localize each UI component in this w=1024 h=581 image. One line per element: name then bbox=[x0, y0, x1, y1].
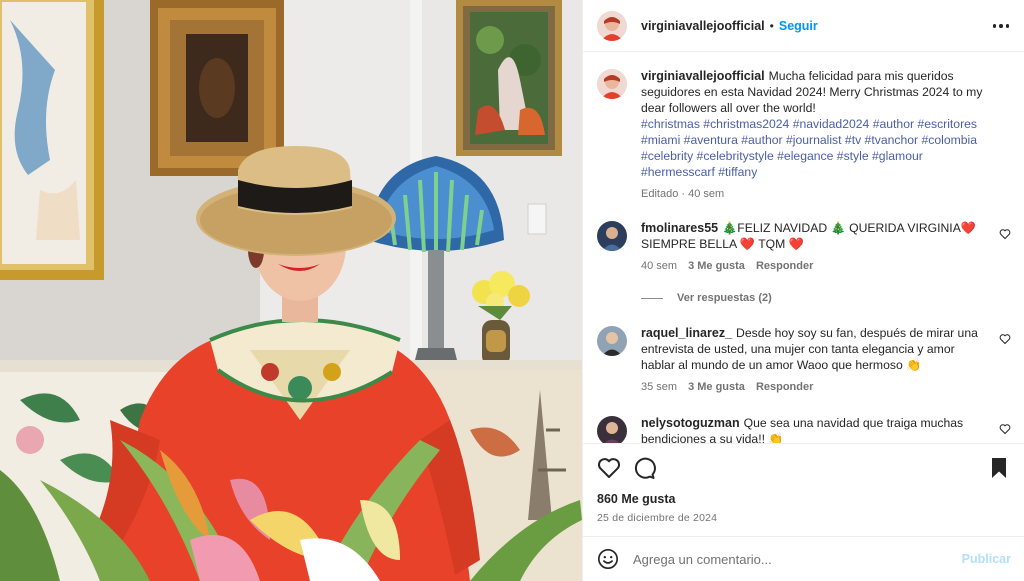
comment-meta: 35 sem 3 Me gusta Responder bbox=[641, 379, 991, 395]
comment-body: nelysotoguzman Que sea una navidad que tr… bbox=[641, 415, 991, 443]
comment-meta: 40 sem 3 Me gusta Responder bbox=[641, 258, 991, 274]
post-image bbox=[0, 0, 582, 581]
caption-avatar[interactable] bbox=[597, 69, 627, 99]
view-replies-button[interactable]: Ver respuestas (2) bbox=[641, 292, 772, 304]
reply-button[interactable]: Responder bbox=[756, 258, 813, 274]
more-options-icon[interactable] bbox=[991, 16, 1011, 36]
comment-like-heart-icon[interactable] bbox=[999, 333, 1011, 345]
replies-line bbox=[641, 297, 663, 299]
comment-body: raquel_linarez_ Desde hoy soy su fan, des… bbox=[641, 325, 991, 395]
header-separator: • bbox=[769, 18, 774, 33]
publish-button[interactable]: Publicar bbox=[962, 552, 1011, 566]
caption-body: virginiavallejoofficial Mucha felicidad p… bbox=[641, 68, 991, 202]
post-header: virginiavallejoofficial • Seguir bbox=[583, 0, 1024, 52]
comment-time: 35 sem bbox=[641, 381, 678, 393]
comments-list[interactable]: virginiavallejoofficial Mucha felicidad p… bbox=[583, 52, 1024, 443]
comment-like-heart-icon[interactable] bbox=[999, 228, 1011, 240]
caption-row: virginiavallejoofficial Mucha felicidad p… bbox=[597, 68, 1011, 202]
comment-time: 40 sem bbox=[641, 260, 678, 272]
likes-count[interactable]: 860 Me gusta bbox=[597, 492, 676, 506]
caption-meta: Editado · 40 sem bbox=[641, 186, 991, 202]
comment-avatar[interactable] bbox=[597, 221, 627, 251]
post-photo[interactable] bbox=[0, 0, 582, 581]
comment-username[interactable]: nelysotoguzman bbox=[641, 416, 740, 430]
caption-username[interactable]: virginiavallejoofficial bbox=[641, 69, 765, 83]
comment-likes[interactable]: 3 Me gusta bbox=[688, 258, 745, 274]
comment-avatar[interactable] bbox=[597, 326, 627, 356]
view-replies-label: Ver respuestas (2) bbox=[677, 292, 772, 304]
bookmark-icon[interactable] bbox=[987, 456, 1011, 480]
post-side-panel: virginiavallejoofficial • Seguir virgini… bbox=[582, 0, 1024, 581]
post-date: 25 de diciembre de 2024 bbox=[597, 512, 718, 524]
comment-item: nelysotoguzman Que sea una navidad que tr… bbox=[597, 415, 1011, 443]
comment-item: raquel_linarez_ Desde hoy soy su fan, des… bbox=[597, 325, 1011, 395]
comment-body: fmolinares55 🎄FELIZ NAVIDAD 🎄 QUERIDA VIR… bbox=[641, 220, 991, 274]
post-actions: 860 Me gusta 25 de diciembre de 2024 bbox=[583, 443, 1024, 549]
comment-likes[interactable]: 3 Me gusta bbox=[688, 379, 745, 395]
follow-button[interactable]: Seguir bbox=[779, 19, 818, 33]
emoji-smile-icon[interactable] bbox=[597, 548, 619, 570]
author-username[interactable]: virginiavallejoofficial bbox=[641, 19, 765, 33]
comment-item: fmolinares55 🎄FELIZ NAVIDAD 🎄 QUERIDA VIR… bbox=[597, 220, 1011, 274]
reply-button[interactable]: Responder bbox=[756, 379, 813, 395]
comment-username[interactable]: raquel_linarez_ bbox=[641, 326, 732, 340]
comment-username[interactable]: fmolinares55 bbox=[641, 221, 718, 235]
caption-hashtags[interactable]: #christmas #christmas2024 #navidad2024 #… bbox=[641, 116, 991, 180]
comment-composer: Publicar bbox=[583, 536, 1024, 581]
comment-input[interactable] bbox=[633, 551, 933, 567]
comment-like-heart-icon[interactable] bbox=[999, 423, 1011, 435]
comment-bubble-icon[interactable] bbox=[632, 456, 656, 480]
caption-edited-time: Editado · 40 sem bbox=[641, 188, 725, 200]
heart-icon[interactable] bbox=[597, 456, 621, 480]
author-avatar[interactable] bbox=[597, 10, 627, 41]
comment-avatar[interactable] bbox=[597, 416, 627, 443]
